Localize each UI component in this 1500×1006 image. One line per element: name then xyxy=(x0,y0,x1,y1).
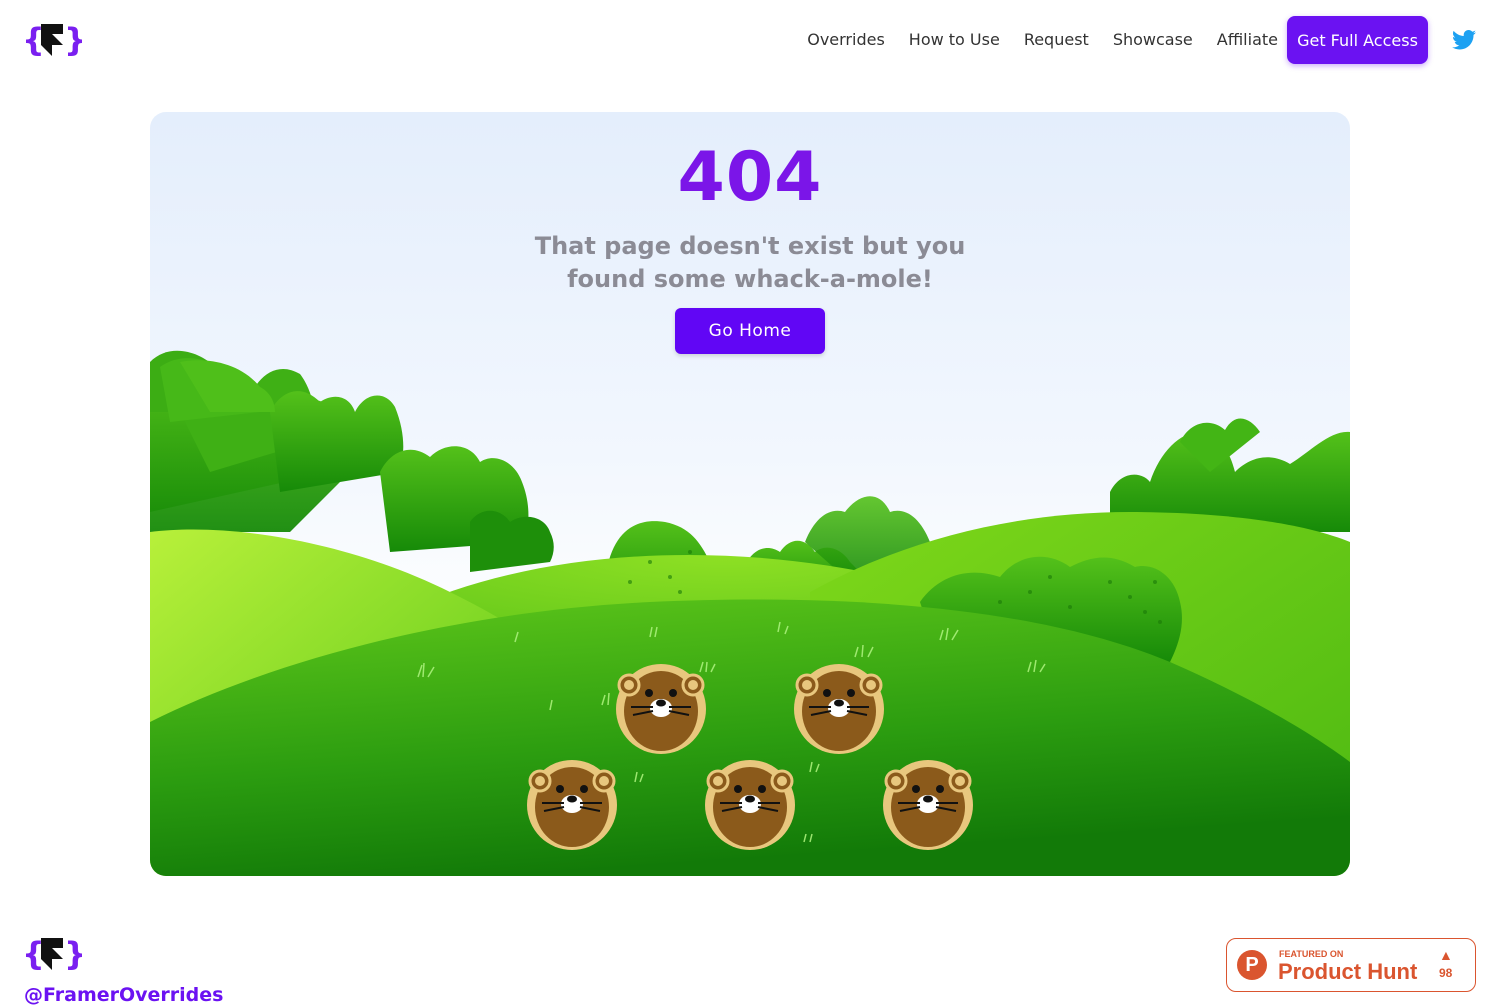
nav-showcase[interactable]: Showcase xyxy=(1113,28,1193,52)
upvote-count: 98 xyxy=(1439,966,1453,980)
product-hunt-badge[interactable]: P FEATURED ON Product Hunt ▲ 98 xyxy=(1226,938,1476,992)
nav-overrides[interactable]: Overrides xyxy=(807,28,885,52)
svg-text:}: } xyxy=(64,21,82,59)
nav-affiliate[interactable]: Affiliate xyxy=(1217,28,1278,52)
framer-logo-icon[interactable]: { } xyxy=(22,20,82,60)
framer-logo-icon[interactable]: { } xyxy=(22,934,82,974)
featured-on-label: FEATURED ON xyxy=(1279,949,1344,959)
hero-card: 404 That page doesn't exist but you foun… xyxy=(150,112,1350,876)
product-hunt-icon: P xyxy=(1237,950,1267,980)
go-home-button[interactable]: Go Home xyxy=(675,308,825,354)
hills-scene xyxy=(150,350,1350,876)
twitter-icon[interactable] xyxy=(1452,29,1476,51)
twitter-handle-link[interactable]: @FramerOverrides xyxy=(24,984,223,1006)
error-message: That page doesn't exist but you found so… xyxy=(534,232,966,293)
nav-how-to-use[interactable]: How to Use xyxy=(909,28,1000,52)
nav-request[interactable]: Request xyxy=(1024,28,1089,52)
product-hunt-name: Product Hunt xyxy=(1278,959,1418,984)
mole[interactable] xyxy=(705,760,795,850)
error-code-title: 404 xyxy=(677,138,823,217)
upvote-icon: ▲ xyxy=(1439,947,1453,963)
mole[interactable] xyxy=(883,760,973,850)
get-full-access-button[interactable]: Get Full Access xyxy=(1287,16,1428,64)
site-header: { } Overrides How to Use Request Showcas… xyxy=(0,0,1500,80)
mole[interactable] xyxy=(527,760,617,850)
main-nav: Overrides How to Use Request Showcase Af… xyxy=(807,28,1278,52)
mole[interactable] xyxy=(794,664,884,754)
svg-text:}: } xyxy=(64,935,82,973)
mole[interactable] xyxy=(616,664,706,754)
